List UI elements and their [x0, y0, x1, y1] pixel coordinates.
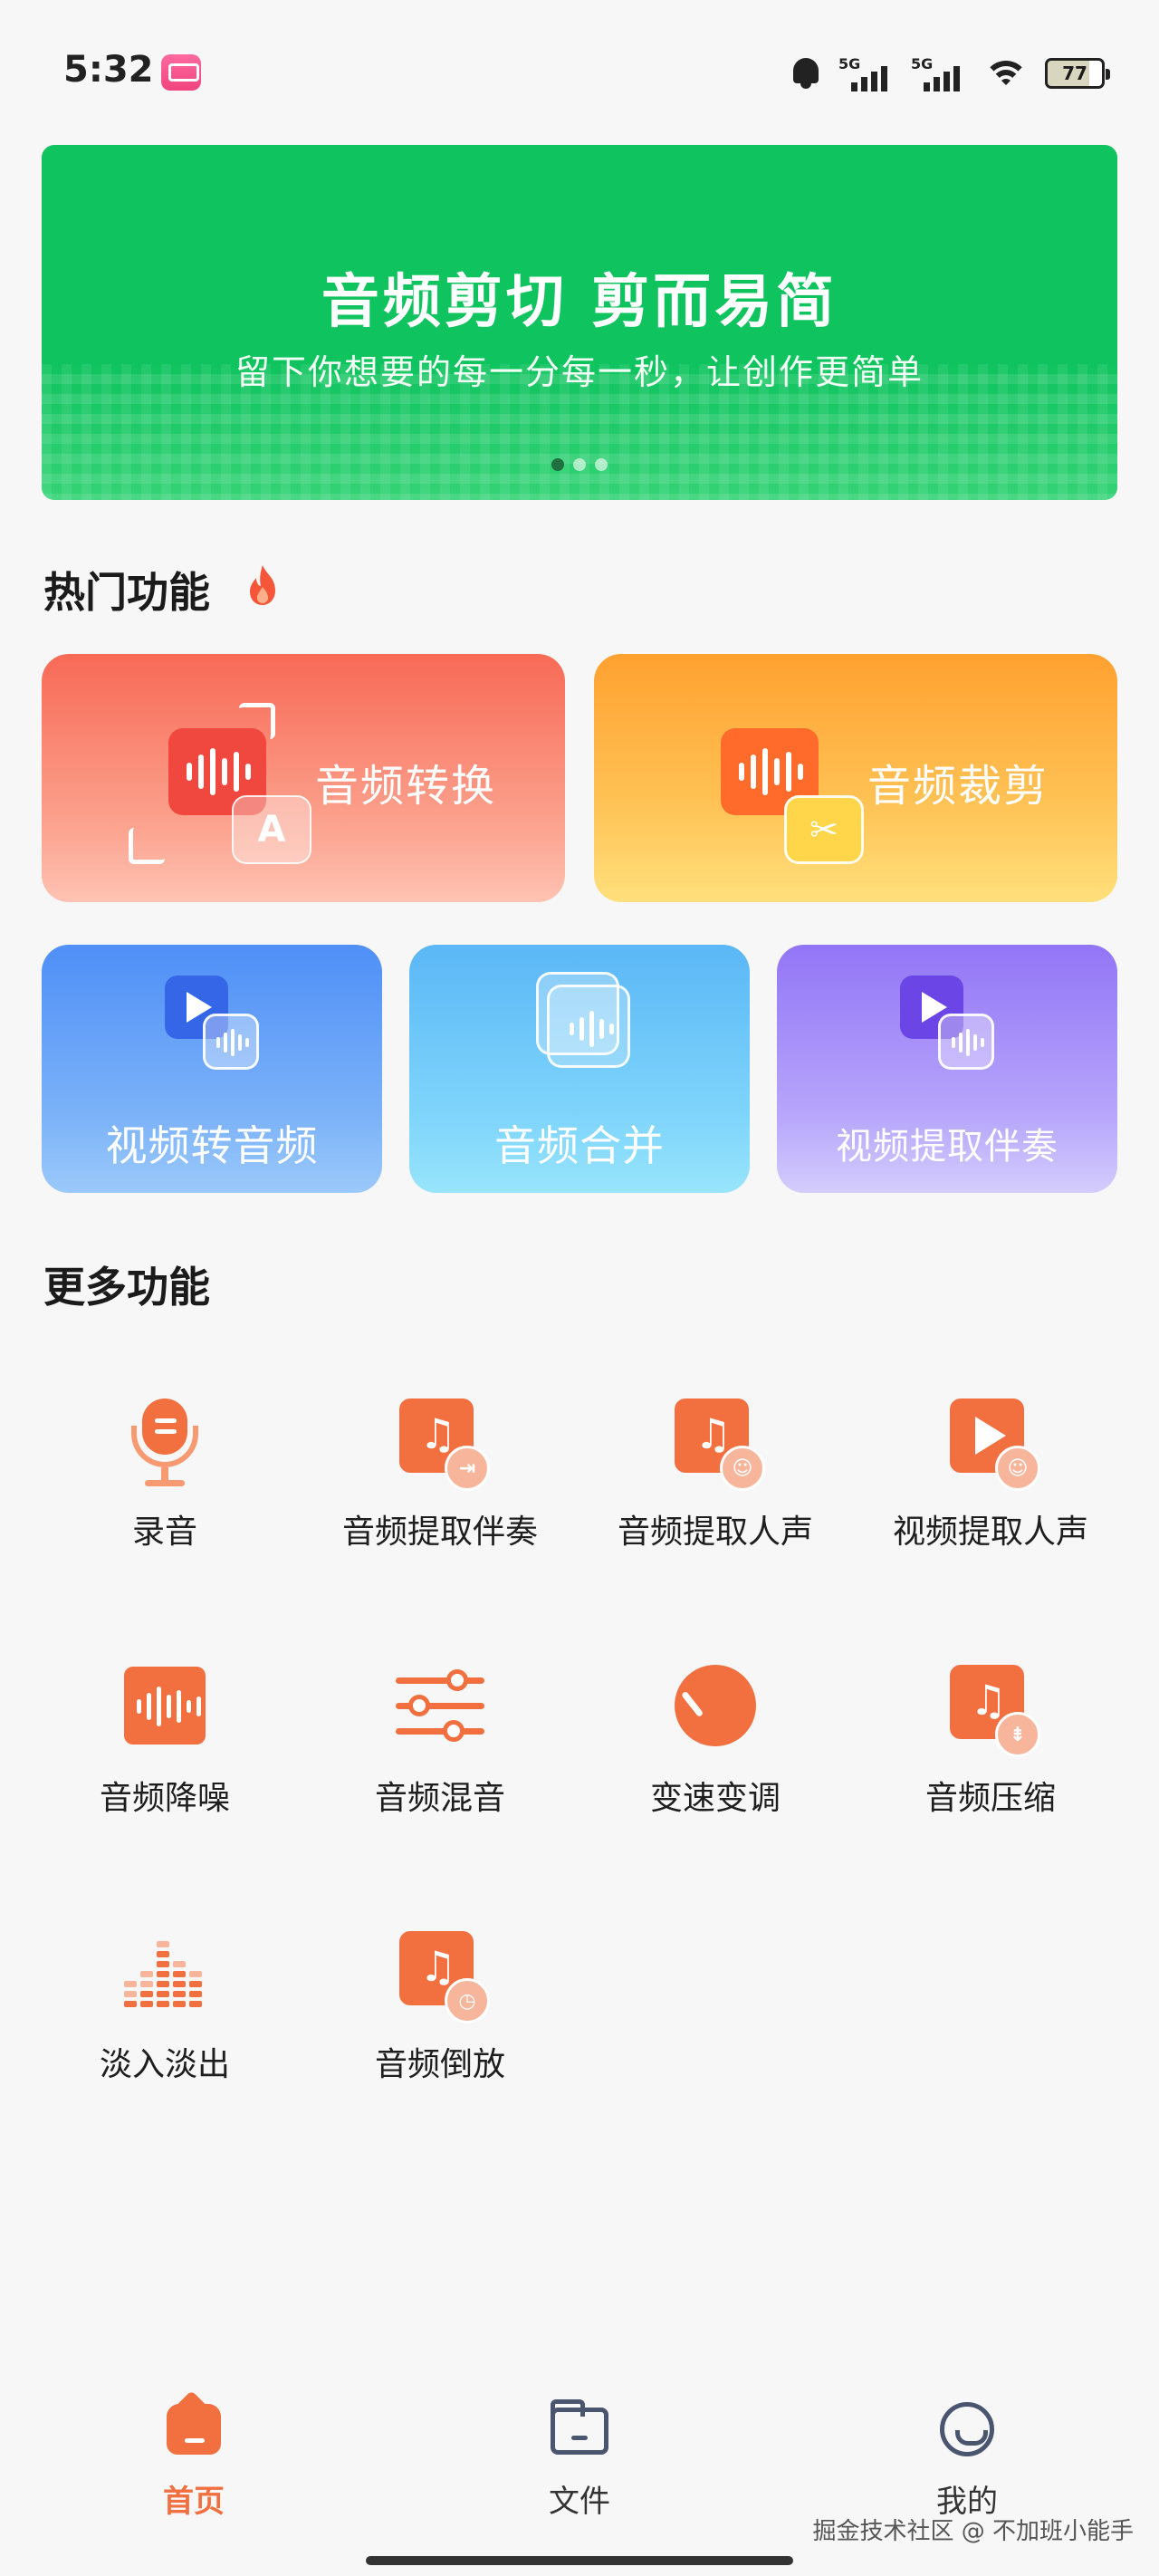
banner-dot[interactable]: [573, 458, 586, 471]
audio-cut-label: 音频裁剪: [867, 761, 1049, 812]
banner-pagination: [42, 458, 1117, 471]
microphone-icon: [115, 1389, 215, 1489]
audio-mix-icon: [390, 1656, 490, 1755]
video-extract-accompaniment-label: 视频提取伴奏: [836, 1126, 1058, 1168]
audio-extract-vocals-icon: ♫ ☺: [666, 1389, 765, 1491]
audio-compress-label: 音频压缩: [924, 1780, 1056, 1817]
nav-home-label: 首页: [163, 2484, 225, 2520]
speed-pitch-item[interactable]: 变速变调: [580, 1636, 851, 1844]
bell-icon: [790, 56, 822, 91]
nav-files-label: 文件: [549, 2484, 610, 2520]
smiley-profile-icon: [940, 2402, 994, 2456]
speed-pitch-label: 变速变调: [649, 1780, 781, 1817]
audio-reverse-item[interactable]: ♫ ◷ 音频倒放: [304, 1902, 576, 2110]
speed-pitch-icon: [666, 1656, 765, 1755]
bilibili-app-icon: [161, 54, 201, 91]
audio-cut-icon: ✂: [677, 701, 864, 864]
banner-title: 音频剪切 剪而易简: [321, 269, 838, 336]
audio-reverse-icon: ♫ ◷: [390, 1922, 490, 2023]
audio-mix-item[interactable]: 音频混音: [304, 1636, 576, 1844]
video-extract-accompaniment-card[interactable]: 视频提取伴奏: [777, 945, 1117, 1193]
audio-extract-accompaniment-icon: ♫ ⇥: [390, 1389, 490, 1491]
audio-merge-icon: [525, 968, 634, 1077]
nav-me[interactable]: 我的: [876, 2391, 1058, 2520]
audio-convert-card[interactable]: A 音频转换: [42, 654, 565, 902]
audio-extract-vocals-label: 音频提取人声: [617, 1514, 813, 1551]
home-icon: [167, 2404, 221, 2455]
battery-icon: 77: [1045, 58, 1110, 89]
watermark: 掘金技术社区 @ 不加班小能手: [812, 2518, 1134, 2545]
video-to-audio-card[interactable]: 视频转音频: [42, 945, 382, 1193]
video-to-audio-label: 视频转音频: [105, 1121, 319, 1170]
banner-dot[interactable]: [595, 458, 608, 471]
signal-icon: 5G: [838, 55, 895, 91]
audio-denoise-item[interactable]: 音频降噪: [29, 1636, 301, 1844]
banner-dot[interactable]: [551, 458, 564, 471]
flame-icon: [250, 565, 275, 605]
audio-merge-card[interactable]: 音频合并: [409, 945, 750, 1193]
banner-subtitle: 留下你想要的每一分每一秒，让创作更简单: [235, 352, 924, 392]
audio-merge-label: 音频合并: [494, 1121, 665, 1170]
audio-convert-label: 音频转换: [315, 761, 497, 812]
video-extract-vocals-icon: ☺: [941, 1389, 1040, 1491]
status-bar: 5:32 5G 5G 77: [0, 0, 1159, 145]
signal-icon: 5G: [911, 55, 967, 91]
audio-mix-label: 音频混音: [374, 1780, 505, 1817]
audio-denoise-label: 音频降噪: [99, 1780, 230, 1817]
audio-extract-vocals-item[interactable]: ♫ ☺ 音频提取人声: [580, 1370, 851, 1578]
fade-in-out-label: 淡入淡出: [99, 2046, 230, 2083]
audio-cut-card[interactable]: ✂ 音频裁剪: [594, 654, 1117, 902]
audio-denoise-icon: [115, 1656, 215, 1755]
status-icons: 5G 5G 77: [790, 53, 1110, 94]
promo-banner[interactable]: 音频剪切 剪而易简 留下你想要的每一分每一秒，让创作更简单: [42, 145, 1117, 500]
fade-in-out-item[interactable]: 淡入淡出: [29, 1902, 301, 2110]
fade-in-out-icon: [115, 1922, 215, 2022]
hot-section-title: 热门功能: [43, 568, 210, 617]
record-label: 录音: [131, 1514, 197, 1551]
audio-extract-accompaniment-item[interactable]: ♫ ⇥ 音频提取伴奏: [304, 1370, 576, 1578]
more-section-title: 更多功能: [43, 1263, 210, 1312]
record-item[interactable]: 录音: [29, 1370, 301, 1578]
folder-icon: [551, 2399, 608, 2455]
home-indicator[interactable]: [366, 2556, 793, 2565]
video-extract-accompaniment-icon: [893, 968, 1001, 1077]
video-to-audio-icon: [158, 968, 266, 1077]
audio-compress-icon: ♫ ⇟: [941, 1656, 1040, 1757]
nav-home[interactable]: 首页: [103, 2391, 284, 2520]
audio-reverse-label: 音频倒放: [374, 2046, 505, 2083]
video-extract-vocals-label: 视频提取人声: [892, 1514, 1088, 1551]
video-extract-vocals-item[interactable]: ☺ 视频提取人声: [855, 1370, 1126, 1578]
status-time: 5:32: [63, 49, 154, 91]
nav-files[interactable]: 文件: [489, 2391, 670, 2520]
audio-convert-icon: A: [125, 701, 311, 864]
audio-compress-item[interactable]: ♫ ⇟ 音频压缩: [855, 1636, 1126, 1844]
wifi-icon: [983, 55, 1029, 91]
audio-extract-accompaniment-label: 音频提取伴奏: [341, 1514, 538, 1551]
